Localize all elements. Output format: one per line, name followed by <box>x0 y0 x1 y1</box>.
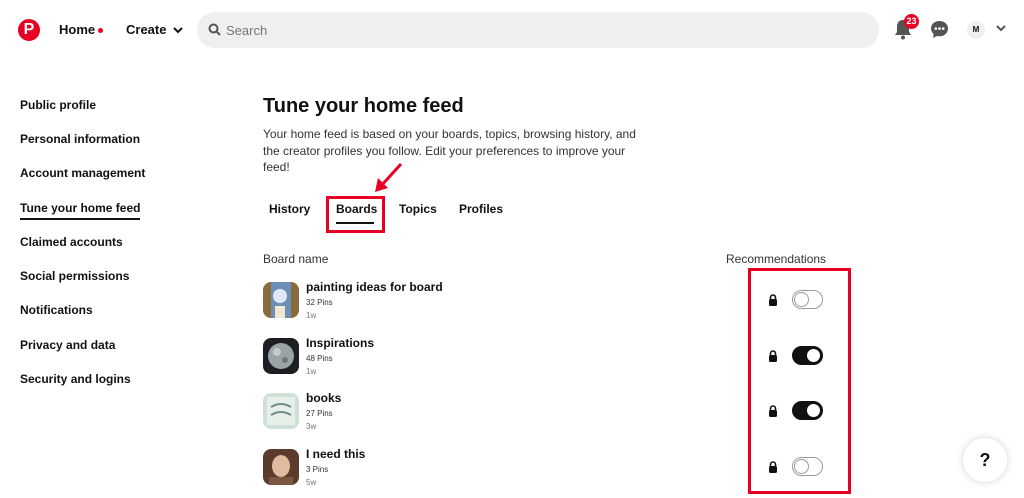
sidebar-item-notifications[interactable]: Notifications <box>20 303 93 317</box>
recommendations-column-header: Recommendations <box>726 252 827 266</box>
board-thumbnail[interactable] <box>263 282 299 318</box>
board-pin-count: 48 Pins <box>306 354 333 363</box>
board-pin-count: 27 Pins <box>306 409 333 418</box>
board-name[interactable]: books <box>306 391 341 405</box>
sidebar-item-account-management[interactable]: Account management <box>20 166 145 180</box>
notification-count-badge: 23 <box>904 14 919 29</box>
tab-profiles[interactable]: Profiles <box>459 202 503 216</box>
create-menu-button[interactable]: Create <box>126 22 183 37</box>
sidebar-item-tune-home-feed[interactable]: Tune your home feed <box>20 201 141 220</box>
sidebar-item-social-permissions[interactable]: Social permissions <box>20 269 129 283</box>
board-updated-time: 5w <box>306 478 317 487</box>
search-input[interactable] <box>226 12 866 48</box>
annotation-highlight-box <box>326 196 385 233</box>
sidebar-item-public-profile[interactable]: Public profile <box>20 98 96 112</box>
account-chevron-down-icon[interactable] <box>996 25 1006 32</box>
board-name[interactable]: painting ideas for board <box>306 280 443 294</box>
board-pin-count: 32 Pins <box>306 298 333 307</box>
sidebar-item-privacy-and-data[interactable]: Privacy and data <box>20 338 115 352</box>
help-button[interactable]: ? <box>963 438 1007 482</box>
search-bar[interactable] <box>197 12 879 48</box>
board-updated-time: 1w <box>306 311 317 320</box>
create-label: Create <box>126 22 167 37</box>
board-updated-time: 3w <box>306 422 317 431</box>
page-description: Your home feed is based on your boards, … <box>263 127 636 174</box>
annotation-arrow <box>375 162 403 192</box>
board-name-column-header: Board name <box>263 252 329 266</box>
annotation-highlight-box <box>748 268 851 494</box>
home-nav-button[interactable]: Home <box>59 22 104 37</box>
board-thumbnail[interactable] <box>263 449 299 485</box>
tab-history[interactable]: History <box>269 202 310 216</box>
user-avatar[interactable]: M <box>967 21 985 39</box>
board-thumbnail[interactable] <box>263 338 299 374</box>
sidebar-item-personal-information[interactable]: Personal information <box>20 132 140 146</box>
sidebar-item-claimed-accounts[interactable]: Claimed accounts <box>20 235 123 249</box>
home-indicator-dot <box>98 28 104 34</box>
tab-topics[interactable]: Topics <box>399 202 437 216</box>
board-updated-time: 1w <box>306 367 317 376</box>
board-pin-count: 3 Pins <box>306 465 329 474</box>
board-name[interactable]: I need this <box>306 447 365 461</box>
search-icon <box>208 23 221 36</box>
top-navigation-bar: P Home Create 23 M <box>0 0 1024 60</box>
messages-icon[interactable] <box>930 20 949 39</box>
home-label: Home <box>59 22 96 37</box>
page-title: Tune your home feed <box>263 95 464 117</box>
board-name[interactable]: Inspirations <box>306 336 374 350</box>
chevron-down-icon <box>173 27 183 34</box>
sidebar-item-security-and-logins[interactable]: Security and logins <box>20 372 131 386</box>
board-thumbnail[interactable] <box>263 393 299 429</box>
pinterest-logo[interactable]: P <box>18 19 40 41</box>
